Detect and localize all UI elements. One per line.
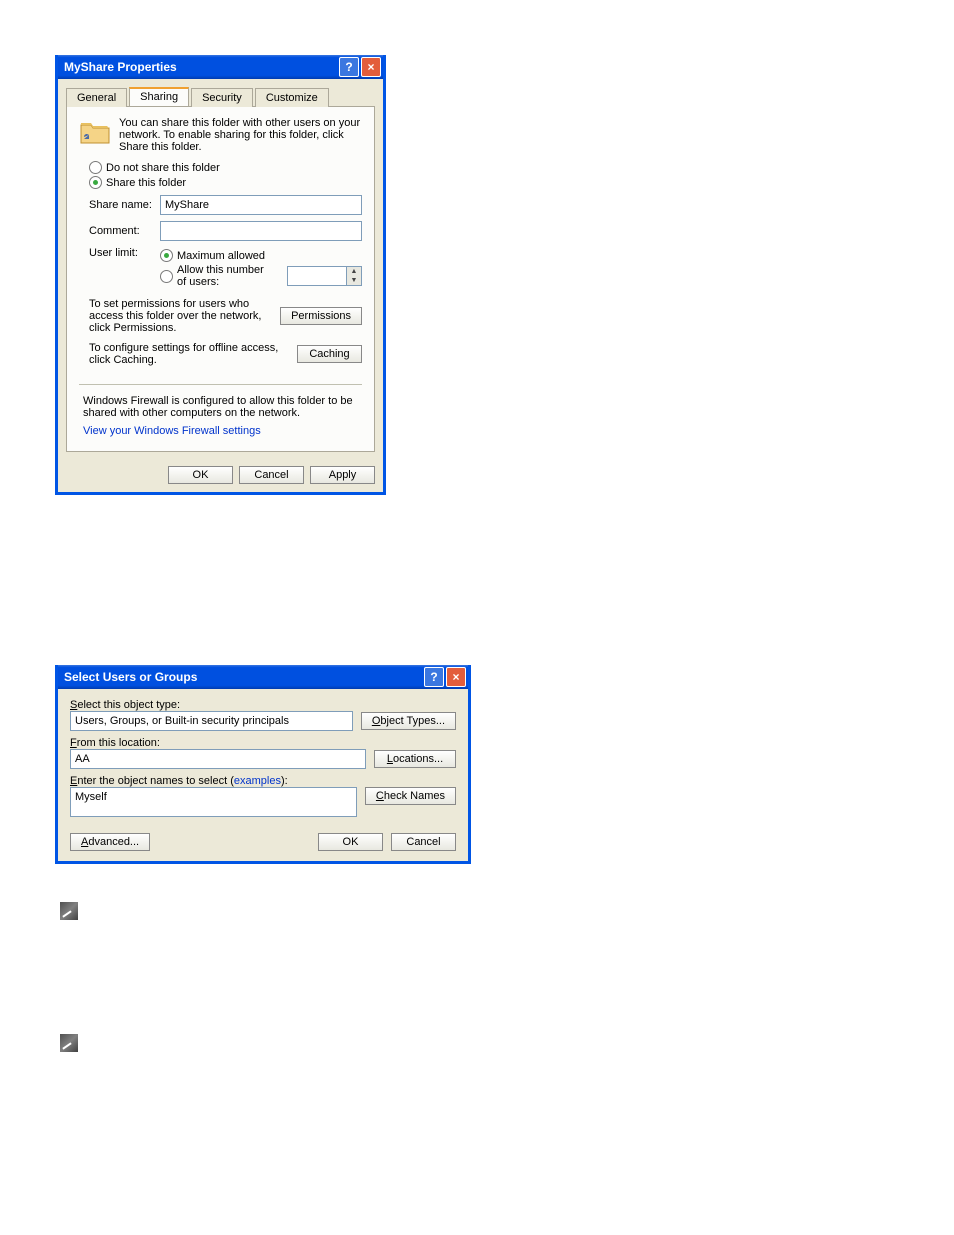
radio-label: Share this folder — [106, 177, 186, 189]
user-count-input[interactable] — [287, 266, 347, 286]
location-field — [70, 749, 366, 769]
location-label: From this location: — [70, 737, 456, 749]
object-types-button[interactable]: Object Types... — [361, 712, 456, 730]
comment-label: Comment: — [89, 225, 154, 237]
share-name-input[interactable] — [160, 195, 362, 215]
radio-icon — [160, 249, 173, 262]
radio-max-allowed[interactable]: Maximum allowed — [160, 249, 362, 262]
user-limit-label: User limit: — [89, 247, 154, 259]
cancel-button[interactable]: Cancel — [239, 466, 304, 484]
spinner-buttons[interactable]: ▲▼ — [347, 266, 362, 286]
tab-security[interactable]: Security — [191, 88, 253, 107]
intro-text: You can share this folder with other use… — [119, 117, 362, 153]
permissions-text: To set permissions for users who access … — [89, 298, 272, 334]
close-icon[interactable]: × — [361, 57, 381, 77]
radio-label: Allow this number of users: — [177, 264, 275, 288]
ok-button[interactable]: OK — [168, 466, 233, 484]
help-icon[interactable]: ? — [339, 57, 359, 77]
object-type-label: SSelect this object type:elect this obje… — [70, 699, 456, 711]
radio-label: Do not share this folder — [106, 162, 220, 174]
object-names-label: Enter the object names to select (exampl… — [70, 775, 456, 787]
radio-label: Maximum allowed — [177, 250, 265, 262]
caching-text: To configure settings for offline access… — [89, 342, 289, 366]
firewall-text: Windows Firewall is configured to allow … — [83, 395, 362, 419]
object-names-input[interactable]: Myself — [70, 787, 357, 817]
note-icon — [60, 902, 78, 920]
tab-general[interactable]: General — [66, 88, 127, 107]
share-name-label: Share name: — [89, 199, 154, 211]
radio-allow-number[interactable]: Allow this number of users: ▲▼ — [160, 264, 362, 288]
dialog-body: SSelect this object type:elect this obje… — [58, 689, 468, 861]
cancel-button[interactable]: Cancel — [391, 833, 456, 851]
dialog-button-row: OK Cancel Apply — [58, 460, 383, 492]
titlebar[interactable]: MyShare Properties ? × — [58, 55, 383, 79]
tab-sharing[interactable]: Sharing — [129, 87, 189, 106]
permissions-button[interactable]: Permissions — [280, 307, 362, 325]
close-icon[interactable]: × — [446, 667, 466, 687]
radio-do-not-share[interactable]: Do not share this folder — [89, 161, 362, 174]
tabstrip: General Sharing Security Customize — [66, 87, 375, 107]
object-type-field — [70, 711, 353, 731]
radio-share-folder[interactable]: Share this folder — [89, 176, 362, 189]
myshare-properties-dialog: MyShare Properties ? × General Sharing S… — [55, 55, 386, 495]
locations-button[interactable]: Locations... — [374, 750, 456, 768]
help-icon[interactable]: ? — [424, 667, 444, 687]
window-title: MyShare Properties — [64, 60, 337, 74]
examples-link[interactable]: examples — [234, 775, 281, 787]
select-users-groups-dialog: Select Users or Groups ? × SSelect this … — [55, 665, 471, 864]
folder-share-icon — [79, 117, 111, 149]
divider — [79, 384, 362, 385]
radio-icon — [89, 161, 102, 174]
titlebar[interactable]: Select Users or Groups ? × — [58, 665, 468, 689]
ok-button[interactable]: OK — [318, 833, 383, 851]
advanced-button[interactable]: Advanced... — [70, 833, 150, 851]
tab-body: You can share this folder with other use… — [66, 107, 375, 452]
apply-button[interactable]: Apply — [310, 466, 375, 484]
radio-icon — [160, 270, 173, 283]
tab-customize[interactable]: Customize — [255, 88, 329, 107]
comment-input[interactable] — [160, 221, 362, 241]
note-icon — [60, 1034, 78, 1052]
caching-button[interactable]: Caching — [297, 345, 362, 363]
check-names-button[interactable]: Check Names — [365, 787, 456, 805]
radio-icon — [89, 176, 102, 189]
firewall-settings-link[interactable]: View your Windows Firewall settings — [83, 425, 362, 437]
window-title: Select Users or Groups — [64, 670, 422, 684]
